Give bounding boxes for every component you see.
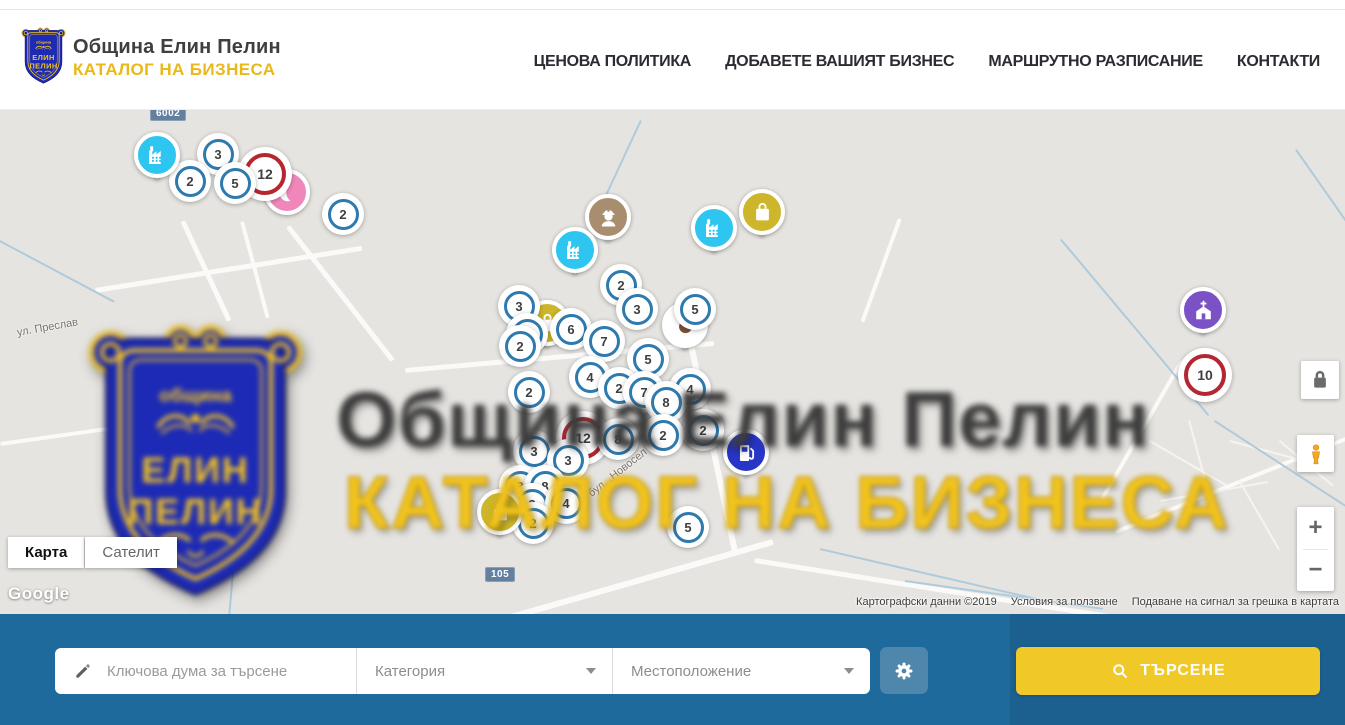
zoom-out-button[interactable]: − <box>1297 550 1334 591</box>
cluster-marker[interactable]: 3 <box>616 288 658 330</box>
cluster-count: 5 <box>220 168 251 199</box>
cluster-count: 7 <box>589 326 620 357</box>
pin-circle <box>552 227 598 273</box>
category-select-label: Категория <box>375 663 445 680</box>
svg-text:ПЕЛИН: ПЕЛИН <box>128 492 264 532</box>
pin-circle <box>134 132 180 178</box>
map-road <box>240 221 270 319</box>
keyword-segment <box>55 648 357 694</box>
map-road <box>602 120 642 202</box>
svg-text:ЕЛИН: ЕЛИН <box>141 451 249 491</box>
cluster-count: 5 <box>633 344 664 375</box>
cluster-count: 2 <box>328 199 359 230</box>
attribution-report-link[interactable]: Подаване на сигнал за грешка в картата <box>1132 596 1339 608</box>
nav-contacts[interactable]: КОНТАКТИ <box>1237 53 1320 71</box>
header: община ЕЛИН ПЕЛИН Община Елин Пелин КАТА… <box>0 10 1345 110</box>
map-road <box>1295 149 1345 265</box>
lock-icon <box>1301 361 1339 399</box>
factory-pin-marker[interactable] <box>134 132 180 178</box>
factory-icon <box>144 142 171 169</box>
worker-icon <box>595 204 622 231</box>
search-button[interactable]: ТЪРСЕНЕ <box>1016 647 1320 695</box>
pin-circle <box>691 205 737 251</box>
nav-route-schedule[interactable]: МАРШРУТНО РАЗПИСАНИЕ <box>988 53 1203 71</box>
svg-text:ПЕЛИН: ПЕЛИН <box>29 62 57 71</box>
pin-circle <box>739 189 785 235</box>
lock-button[interactable] <box>1301 361 1339 399</box>
search-fields: Категория Местоположение <box>55 648 870 694</box>
keyword-search-input[interactable] <box>105 662 335 681</box>
svg-text:община: община <box>159 385 232 406</box>
search-icon <box>1110 661 1130 681</box>
cluster-count: 3 <box>622 294 653 325</box>
search-bar: Категория Местоположение ТЪРСЕНЕ <box>0 614 1345 725</box>
factory-icon <box>701 215 728 242</box>
map-type-satellite-button[interactable]: Сателит <box>85 537 177 568</box>
pin-circle <box>1180 287 1226 333</box>
factory-pin-marker[interactable] <box>691 205 737 251</box>
google-logo[interactable]: Google <box>8 584 70 604</box>
church-icon <box>1190 297 1217 324</box>
road-shield: 6002 <box>150 110 186 121</box>
cluster-count: 2 <box>505 331 536 362</box>
attribution-data-notice: Картографски данни ©2019 <box>856 596 997 608</box>
attribution-terms-link[interactable]: Условия за ползване <box>1011 596 1118 608</box>
search-button-label: ТЪРСЕНЕ <box>1140 662 1225 680</box>
pegman-icon <box>1304 442 1328 466</box>
svg-text:ЕЛИН: ЕЛИН <box>32 53 54 62</box>
nav-pricing-policy[interactable]: ЦЕНОВА ПОЛИТИКА <box>534 53 692 71</box>
page: община ЕЛИН ПЕЛИН Община Елин Пелин КАТА… <box>0 0 1345 725</box>
road-shield: 105 <box>485 567 515 582</box>
map-canvas[interactable]: 6002105ул. Преславбул. „Новоселции 31225… <box>0 110 1345 614</box>
map-type-map-button[interactable]: Карта <box>8 537 84 568</box>
map-road <box>860 218 901 323</box>
map-road <box>0 240 115 303</box>
cluster-count: 5 <box>680 294 711 325</box>
main-nav: ЦЕНОВА ПОЛИТИКА ДОБАВЕТЕ ВАШИЯТ БИЗНЕС М… <box>534 53 1320 71</box>
factory-pin-marker[interactable] <box>552 227 598 273</box>
map-attribution: Картографски данни ©2019 Условия за полз… <box>856 596 1339 608</box>
site-subtitle: КАТАЛОГ НА БИЗНЕСА <box>73 60 275 80</box>
location-select[interactable]: Местоположение <box>613 648 870 694</box>
location-select-label: Местоположение <box>631 663 751 680</box>
pencil-icon <box>73 661 93 681</box>
watermark-title: Община Елин Пелин <box>336 374 1150 465</box>
map-type-control: Карта Сателит <box>8 537 177 568</box>
chevron-down-icon <box>586 668 596 674</box>
cluster-marker[interactable]: 5 <box>214 162 256 204</box>
bag-icon <box>749 199 776 226</box>
cluster-marker[interactable]: 2 <box>499 325 541 367</box>
cluster-count: 10 <box>1184 354 1226 396</box>
map-road <box>1238 480 1280 550</box>
zoom-in-button[interactable]: + <box>1297 508 1334 549</box>
advanced-search-button[interactable] <box>880 647 928 694</box>
factory-icon <box>562 237 589 264</box>
pegman-button[interactable] <box>1297 435 1334 472</box>
cluster-marker[interactable]: 10 <box>1178 348 1232 402</box>
bag-pin-marker[interactable] <box>739 189 785 235</box>
street-name-label: ул. Преслав <box>16 316 79 339</box>
watermark-subtitle: КАТАЛОГ НА БИЗНЕСА <box>344 460 1230 545</box>
cluster-marker[interactable]: 5 <box>674 288 716 330</box>
church-pin-marker[interactable] <box>1180 287 1226 333</box>
category-select[interactable]: Категория <box>357 648 613 694</box>
cluster-marker[interactable]: 2 <box>322 193 364 235</box>
site-title: Община Елин Пелин <box>73 36 281 59</box>
zoom-control: + − <box>1297 507 1334 591</box>
gear-icon <box>891 658 917 684</box>
cluster-count: 6 <box>556 314 587 345</box>
svg-text:община: община <box>36 39 52 44</box>
municipality-logo[interactable]: община ЕЛИН ПЕЛИН <box>20 27 67 87</box>
nav-add-your-business[interactable]: ДОБАВЕТЕ ВАШИЯТ БИЗНЕС <box>725 53 954 71</box>
chevron-down-icon <box>844 668 854 674</box>
